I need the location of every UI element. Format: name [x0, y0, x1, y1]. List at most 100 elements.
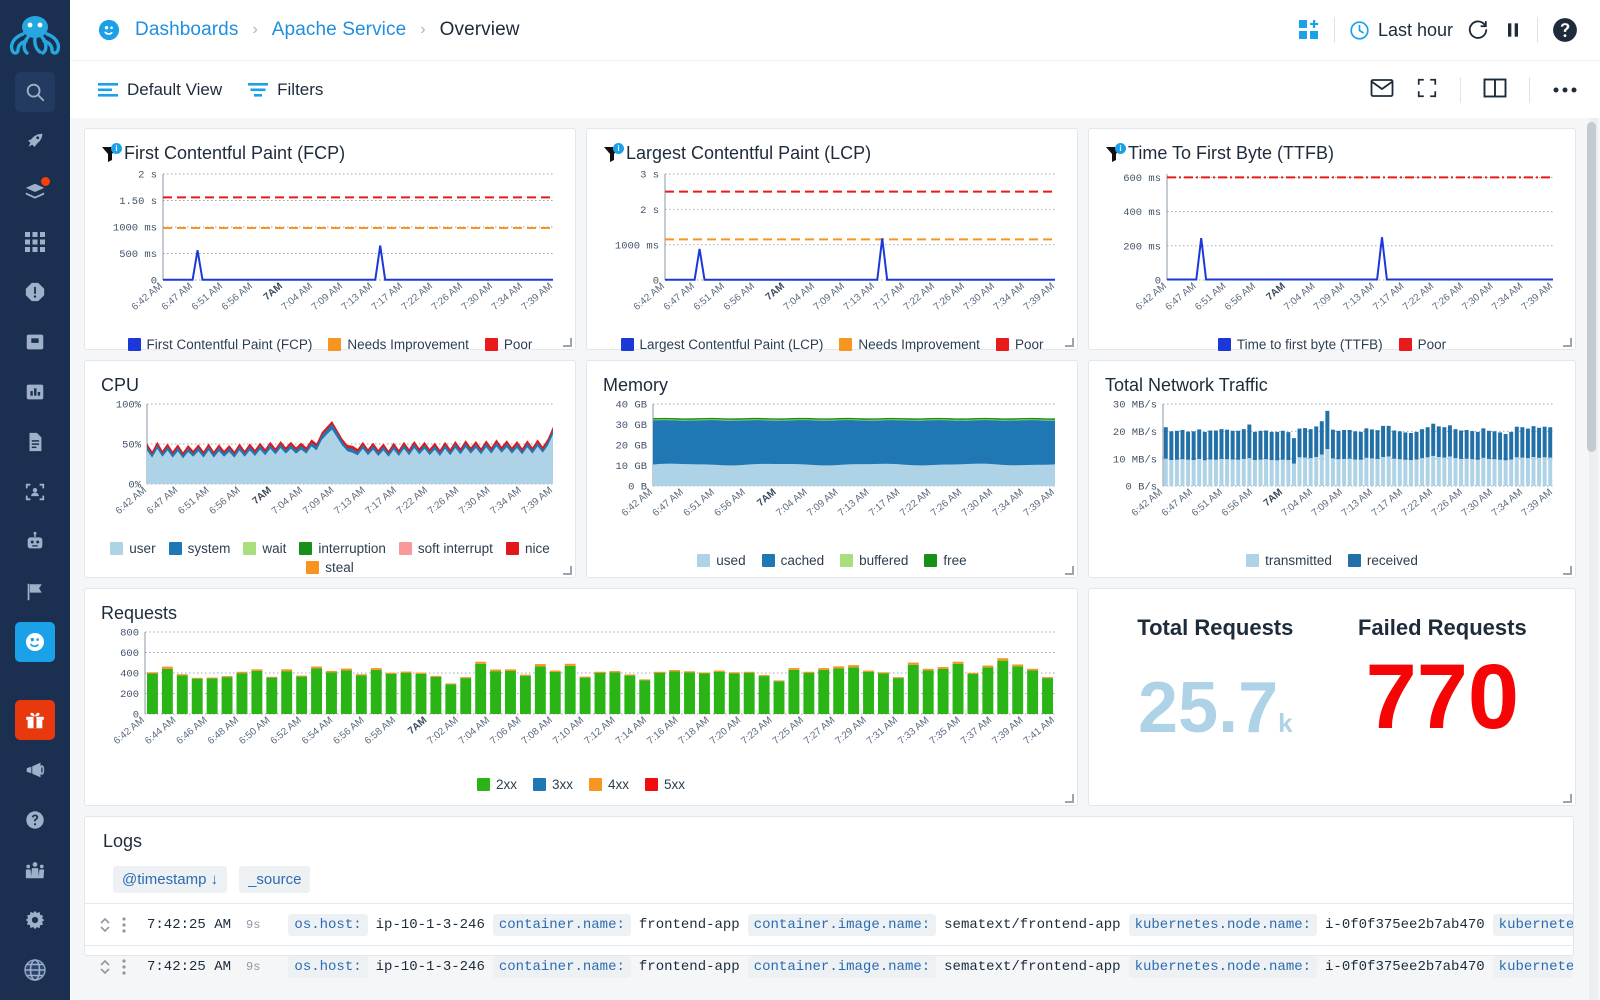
split-view-icon[interactable] — [1483, 78, 1507, 101]
breadcrumb-dashboards[interactable]: Dashboards — [135, 19, 238, 41]
row-menu-icon[interactable] — [121, 915, 127, 935]
legend-item[interactable]: Needs Improvement — [328, 337, 469, 352]
chart-network[interactable]: 30 MB/s20 MB/s10 MB/s0 B/s6:42 AM6:47 AM… — [1105, 396, 1559, 551]
log-field-key[interactable]: kubernetes.po — [1493, 914, 1573, 936]
sidebar-item-settings[interactable] — [15, 900, 55, 940]
funnel-badge: i — [1115, 143, 1126, 154]
legend-item[interactable]: interruption — [299, 541, 386, 556]
sidebar-item-account[interactable] — [15, 950, 55, 990]
panel-resize-handle[interactable] — [1563, 566, 1572, 575]
log-field-key[interactable]: os.host: — [288, 956, 367, 978]
legend-item[interactable]: soft interrupt — [399, 541, 493, 556]
sidebar-item-documents[interactable] — [15, 422, 55, 462]
svg-text:7:17 AM: 7:17 AM — [370, 281, 405, 313]
legend-item[interactable]: free — [924, 553, 966, 568]
chart-fcp[interactable]: 2 s1.50 s1000 ms500 ms06:42 AM6:47 AM6:5… — [101, 164, 559, 335]
filters-button[interactable]: Filters — [248, 80, 323, 100]
breadcrumb-apache-service[interactable]: Apache Service — [272, 19, 406, 41]
panel-resize-handle[interactable] — [563, 566, 572, 575]
legend-item[interactable]: Needs Improvement — [839, 337, 980, 352]
sidebar-item-whats-new[interactable] — [15, 700, 55, 740]
sidebar-item-flags[interactable] — [15, 572, 55, 612]
log-field-key[interactable]: container.image.name: — [748, 956, 936, 978]
time-range-picker[interactable]: Last hour — [1349, 20, 1453, 41]
legend-item[interactable]: nice — [506, 541, 550, 556]
default-view-button[interactable]: Default View — [98, 80, 222, 100]
legend-item[interactable]: 5xx — [645, 777, 685, 792]
chart-requests[interactable]: 80060040020006:42 AM6:44 AM6:46 AM6:48 A… — [101, 624, 1061, 775]
svg-text:7AM: 7AM — [1262, 487, 1285, 509]
sidebar-item-alerts[interactable] — [15, 272, 55, 312]
legend-item[interactable]: system — [169, 541, 231, 556]
panel-resize-handle[interactable] — [1065, 794, 1074, 803]
log-field-key[interactable]: kubernetes.node.name: — [1129, 956, 1317, 978]
legend-label: steal — [325, 560, 354, 575]
chart-lcp[interactable]: 3 s2 s1000 ms06:42 AM6:47 AM6:51 AM6:56 … — [603, 164, 1061, 335]
row-menu-icon[interactable] — [121, 957, 127, 977]
expand-collapse-icon[interactable] — [99, 957, 111, 977]
sidebar-item-announcements[interactable] — [15, 750, 55, 790]
legend-item[interactable]: steal — [306, 560, 354, 575]
legend-item[interactable]: cached — [762, 553, 825, 568]
legend-item[interactable]: Largest Contentful Paint (LCP) — [621, 337, 824, 352]
panel-resize-handle[interactable] — [1065, 338, 1074, 347]
legend-item[interactable]: 2xx — [477, 777, 517, 792]
legend-item[interactable]: transmitted — [1246, 553, 1332, 568]
email-report-icon[interactable] — [1370, 78, 1394, 101]
add-panel-icon[interactable] — [1298, 19, 1320, 41]
view-lines-icon — [98, 81, 118, 99]
legend-item[interactable]: wait — [243, 541, 286, 556]
sidebar-item-reports[interactable] — [15, 372, 55, 412]
legend-item[interactable]: 4xx — [589, 777, 629, 792]
chart-memory[interactable]: 40 GB30 GB20 GB10 GB0 B6:42 AM6:47 AM6:5… — [603, 396, 1061, 551]
logs-column-source[interactable]: _source — [239, 866, 310, 893]
table-row[interactable]: 7:42:25 AM9sos.host:ip-10-1-3-246contain… — [85, 945, 1573, 987]
legend-item[interactable]: Poor — [485, 337, 533, 352]
legend-item[interactable]: First Contentful Paint (FCP) — [128, 337, 313, 352]
panel-resize-handle[interactable] — [1563, 338, 1572, 347]
legend-item[interactable]: 3xx — [533, 777, 573, 792]
log-field-key[interactable]: container.name: — [493, 914, 631, 936]
panel-resize-handle[interactable] — [563, 338, 572, 347]
sidebar-item-logs-shipper[interactable] — [15, 172, 55, 212]
sidebar-item-dashboards[interactable] — [15, 622, 55, 662]
octopus-logo-icon[interactable] — [4, 8, 66, 62]
legend-item[interactable]: received — [1348, 553, 1418, 568]
legend-item[interactable]: Time to first byte (TTFB) — [1218, 337, 1383, 352]
panel-resize-handle[interactable] — [1563, 794, 1572, 803]
sidebar-item-apps[interactable] — [15, 222, 55, 262]
log-field-key[interactable]: kubernetes.po — [1493, 956, 1573, 978]
content-scrollbar-track[interactable] — [1589, 118, 1598, 1000]
logs-column-timestamp[interactable]: @timestamp ↓ — [113, 866, 227, 893]
log-field-key[interactable]: kubernetes.node.name: — [1129, 914, 1317, 936]
log-field-key[interactable]: os.host: — [288, 914, 367, 936]
help-icon[interactable] — [1552, 17, 1578, 43]
sidebar-item-help[interactable] — [15, 800, 55, 840]
sidebar-item-synthetics[interactable] — [15, 472, 55, 512]
legend-item[interactable]: Poor — [1399, 337, 1447, 352]
content-scrollbar-thumb[interactable] — [1587, 122, 1596, 452]
table-row[interactable]: 7:42:25 AM9sos.host:ip-10-1-3-246contain… — [85, 903, 1573, 945]
chart-ttfb[interactable]: 600 ms400 ms200 ms06:42 AM6:47 AM6:51 AM… — [1105, 164, 1559, 335]
legend-item[interactable]: Poor — [996, 337, 1044, 352]
sidebar-item-search[interactable] — [15, 72, 55, 112]
svg-text:2 s: 2 s — [640, 205, 659, 217]
legend-label: soft interrupt — [418, 541, 493, 556]
log-field-key[interactable]: container.name: — [493, 956, 631, 978]
legend-item[interactable]: user — [110, 541, 155, 556]
panel-resize-handle[interactable] — [1065, 566, 1074, 575]
chart-cpu[interactable]: 100%50%0%6:42 AM6:47 AM6:51 AM6:56 AM7AM… — [101, 396, 559, 539]
sidebar-item-bots[interactable] — [15, 522, 55, 562]
sidebar-item-team[interactable] — [15, 850, 55, 890]
panel-title-text: First Contentful Paint (FCP) — [124, 143, 345, 164]
sidebar-item-experience[interactable] — [15, 122, 55, 162]
pause-icon[interactable] — [1503, 20, 1523, 40]
legend-item[interactable]: used — [697, 553, 745, 568]
refresh-icon[interactable] — [1467, 19, 1489, 41]
fullscreen-icon[interactable] — [1416, 77, 1438, 102]
more-options-icon[interactable] — [1552, 82, 1578, 97]
log-field-key[interactable]: container.image.name: — [748, 914, 936, 936]
legend-item[interactable]: buffered — [840, 553, 908, 568]
sidebar-item-inbox[interactable] — [15, 322, 55, 362]
expand-collapse-icon[interactable] — [99, 915, 111, 935]
